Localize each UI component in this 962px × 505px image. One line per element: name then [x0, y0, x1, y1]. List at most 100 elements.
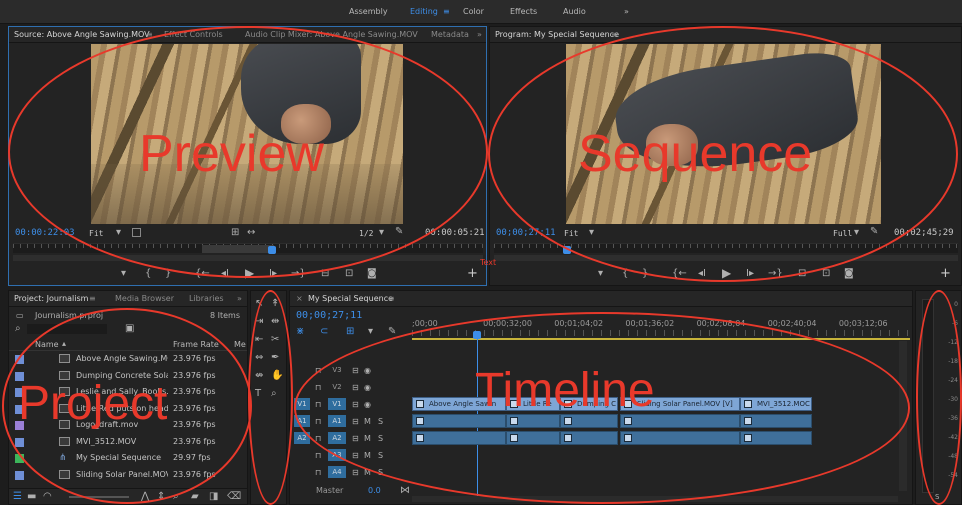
audio-clip[interactable] — [740, 414, 812, 428]
track-label[interactable]: V1 — [328, 398, 346, 410]
solo-icon[interactable]: S — [378, 468, 383, 478]
step-back-icon[interactable]: ◂I — [221, 269, 229, 279]
mute-icon[interactable]: M — [364, 417, 371, 427]
lock-icon[interactable]: ⊓ — [315, 468, 321, 478]
eye-icon[interactable]: ◉ — [364, 383, 371, 393]
source-patch-button[interactable]: A2 — [294, 432, 310, 444]
sort-icon[interactable]: ⇕ — [157, 492, 165, 502]
sync-lock-icon[interactable]: ⊟ — [352, 434, 359, 444]
workspace-audio[interactable]: Audio — [563, 7, 586, 16]
go-to-out-icon[interactable]: →} — [768, 269, 783, 279]
ripple-edit-tool-icon[interactable]: ⇥ — [255, 317, 263, 327]
insert-icon[interactable]: ⊟ — [321, 269, 329, 279]
go-to-out-icon[interactable]: →} — [291, 269, 306, 279]
program-playhead[interactable] — [563, 246, 571, 254]
selection-tool-icon[interactable]: ↖ — [255, 299, 263, 309]
mark-out-icon[interactable]: } — [165, 269, 171, 279]
tab-menu-icon[interactable]: ≡ — [89, 294, 96, 303]
go-to-in-icon[interactable]: {← — [195, 269, 210, 279]
tab-metadata[interactable]: Metadata — [431, 30, 469, 39]
audio-track[interactable]: ⊓ A3 ⊟ M S — [290, 448, 910, 463]
sync-lock-icon[interactable]: ⊟ — [352, 468, 359, 478]
search-icon[interactable]: ⌕ — [15, 324, 21, 334]
track-label[interactable]: V2 — [328, 381, 346, 393]
snap-icon[interactable]: ⋇ — [296, 327, 304, 337]
timeline-playhead-handle[interactable] — [473, 331, 481, 339]
find-icon[interactable]: ⌕ — [173, 492, 179, 502]
mute-icon[interactable]: M — [364, 434, 371, 444]
zoom-tool-icon[interactable]: ⌕ — [271, 389, 277, 399]
sync-lock-icon[interactable]: ⊟ — [352, 417, 359, 427]
mark-in-icon[interactable]: { — [145, 269, 151, 279]
sync-lock-icon[interactable]: ⊟ — [352, 400, 359, 410]
timeline-horizontal-scrollbar[interactable] — [412, 496, 898, 502]
zoom-slider[interactable] — [69, 496, 129, 498]
slip-tool-icon[interactable]: ⇔ — [255, 353, 263, 363]
add-marker-icon[interactable]: ⊞ — [346, 327, 354, 337]
add-button-icon[interactable]: + — [940, 267, 951, 280]
marker-icon[interactable]: ▾ — [121, 269, 126, 279]
search-input[interactable] — [27, 324, 107, 334]
workspace-effects[interactable]: Effects — [510, 7, 537, 16]
track-label[interactable]: A1 — [328, 415, 346, 427]
tab-overflow-icon[interactable]: » — [477, 30, 482, 39]
project-list-item[interactable]: Sliding Solar Panel.MOV 23.976 fps — [9, 467, 247, 483]
audio-track[interactable]: ⊓ A4 ⊟ M S — [290, 465, 910, 480]
source-resolution-select[interactable]: 1/2 — [359, 229, 373, 238]
master-meter-icon[interactable]: ⋈ — [400, 486, 410, 496]
camera-icon[interactable]: ◙ — [367, 269, 377, 279]
mute-icon[interactable]: M — [364, 451, 371, 461]
solo-icon[interactable]: S — [378, 451, 383, 461]
master-volume-value[interactable]: 0.0 — [368, 486, 381, 495]
lock-icon[interactable]: ⊓ — [315, 383, 321, 393]
source-playhead[interactable] — [268, 246, 276, 254]
safe-margins-icon[interactable]: ⊞ — [231, 228, 239, 238]
extract-icon[interactable]: ⊡ — [822, 269, 830, 279]
audio-clip[interactable] — [560, 431, 618, 445]
eye-icon[interactable]: ◉ — [364, 366, 371, 376]
tab-media-browser[interactable]: Media Browser — [115, 294, 174, 303]
work-area-bar[interactable] — [412, 338, 910, 340]
rolling-edit-tool-icon[interactable]: ⇹ — [271, 317, 279, 327]
source-zoom-bar[interactable] — [13, 255, 483, 261]
step-forward-icon[interactable]: I▸ — [746, 269, 754, 279]
marker-icon[interactable]: ▾ — [598, 269, 603, 279]
tab-effect-controls[interactable]: Effect Controls — [164, 30, 223, 39]
sync-lock-icon[interactable]: ⊟ — [352, 383, 359, 393]
wrench-icon[interactable]: ✎ — [388, 327, 396, 337]
solo-icon[interactable]: S — [378, 417, 383, 427]
drag-video-icon[interactable]: ↔ — [247, 228, 255, 238]
mark-out-icon[interactable]: } — [642, 269, 648, 279]
chevron-down-icon[interactable]: ▾ — [854, 228, 859, 238]
lock-icon[interactable]: ⊓ — [315, 434, 321, 444]
track-label[interactable]: A3 — [328, 449, 346, 461]
lock-icon[interactable]: ⊓ — [315, 400, 321, 410]
col-name[interactable]: Name — [35, 340, 59, 349]
video-clip[interactable]: MVI_3512.MOC — [740, 397, 812, 411]
sync-lock-icon[interactable]: ⊟ — [352, 451, 359, 461]
workspace-overflow-icon[interactable]: » — [624, 7, 629, 16]
project-list-item[interactable]: Above Angle Sawing.MOV 23.976 fps — [9, 351, 247, 367]
chevron-down-icon[interactable]: ▾ — [589, 228, 594, 238]
marker-icon[interactable]: ▾ — [368, 327, 373, 337]
tab-program[interactable]: Program: My Special Sequence — [495, 30, 619, 39]
tab-source[interactable]: Source: Above Angle Sawing.MOV — [14, 30, 150, 39]
step-back-icon[interactable]: ◂I — [698, 269, 706, 279]
source-patch-button[interactable]: V1 — [294, 398, 310, 410]
tab-overflow-icon[interactable]: » — [237, 294, 242, 303]
program-timecode[interactable]: 00;00;27;11 — [496, 228, 556, 238]
razor-tool-icon[interactable]: ✂ — [271, 335, 279, 345]
chevron-down-icon[interactable]: ▾ — [379, 228, 384, 238]
hand-tool-icon[interactable]: ✋ — [271, 371, 283, 381]
label-color-swatch[interactable] — [15, 454, 24, 463]
workspace-menu-icon[interactable]: ≡ — [443, 7, 450, 16]
mark-in-icon[interactable]: { — [622, 269, 628, 279]
list-view-icon[interactable]: ☰ — [13, 492, 22, 502]
track-select-tool-icon[interactable]: ↟ — [271, 299, 279, 309]
workspace-editing[interactable]: Editing — [410, 7, 438, 16]
go-to-in-icon[interactable]: {← — [672, 269, 687, 279]
chevron-down-icon[interactable]: ▾ — [116, 228, 121, 238]
tab-menu-icon[interactable]: ≡ — [146, 30, 153, 39]
close-icon[interactable]: × — [296, 294, 303, 303]
step-forward-icon[interactable]: I▸ — [269, 269, 277, 279]
